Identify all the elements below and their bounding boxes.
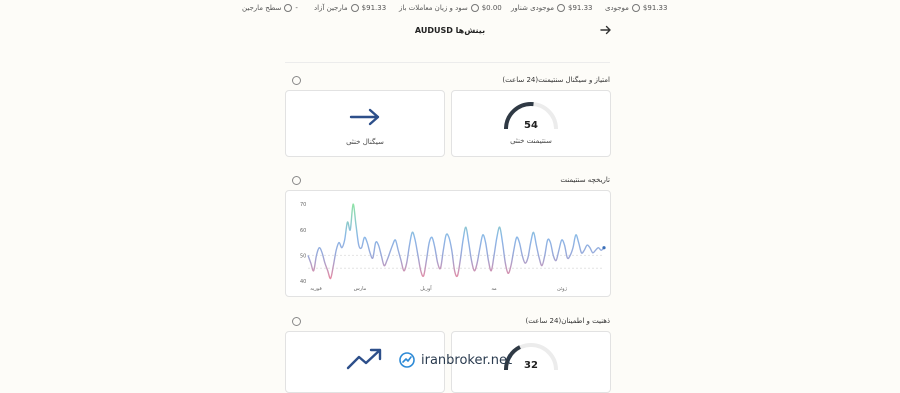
- x-tick-label: آوریل: [420, 285, 432, 292]
- floating-balance-stat: $91.33 موجودی شناور: [511, 4, 593, 12]
- info-icon[interactable]: [631, 4, 640, 12]
- x-tick-label: فوریه: [310, 286, 322, 292]
- signal-card: سیگنال خنثی: [285, 90, 445, 157]
- section-title-mindset: ذهنیت و اطمینان(24 ساعت): [525, 317, 610, 325]
- trending-up-icon: [346, 348, 382, 370]
- info-icon[interactable]: [470, 4, 479, 12]
- watermark: iranbroker.net: [399, 352, 512, 368]
- help-icon[interactable]: [292, 317, 301, 326]
- margin-level-stat: - سطح مارجین: [242, 4, 298, 12]
- sentiment-gauge-label: سنتیمنت خنثی: [510, 137, 552, 145]
- balance-label: موجودی: [605, 4, 629, 12]
- sentiment-gauge-value: 54: [524, 120, 538, 131]
- page-title: AUDUSD بینش‌ها: [414, 26, 486, 35]
- unrealized-pl-stat: $0.00 سود و زیان معاملات باز: [399, 4, 502, 12]
- x-tick-label: مارس: [354, 286, 367, 292]
- account-status-bar: $91.33 موجودی $91.33 موجودی شناور $0.00 …: [0, 0, 900, 14]
- free-margin-value: $91.33: [361, 4, 387, 12]
- x-tick-label: مه: [491, 286, 497, 292]
- info-icon[interactable]: [284, 4, 293, 12]
- help-icon[interactable]: [292, 176, 301, 185]
- y-tick-label: 40: [300, 279, 306, 285]
- help-icon[interactable]: [292, 76, 301, 85]
- info-icon[interactable]: [557, 4, 566, 12]
- section-title-history: تاریخچه سنتیمنت: [560, 176, 610, 184]
- y-tick-label: 60: [300, 228, 306, 234]
- info-icon[interactable]: [350, 4, 359, 12]
- iranbroker-logo-icon: [399, 352, 415, 368]
- floating-balance-value: $91.33: [568, 4, 593, 12]
- sentiment-history-chart: 70 60 50 40 فوریه مارس آوریل مه ژوئن: [300, 202, 606, 292]
- sentiment-gauge-card: 54 سنتیمنت خنثی: [451, 90, 611, 157]
- sentiment-history-chart-card: 70 60 50 40 فوریه مارس آوریل مه ژوئن: [285, 190, 611, 297]
- signal-label: سیگنال خنثی: [346, 138, 384, 146]
- balance-value: $91.33: [642, 4, 668, 12]
- x-tick-label: ژوئن: [557, 286, 568, 292]
- arrow-right-icon: [349, 108, 380, 126]
- section-title-sentiment: امتیاز و سیگنال سنتیمنت(24 ساعت): [502, 76, 610, 84]
- free-margin-stat: $91.33 مارجین آزاد: [314, 4, 386, 12]
- unrealized-pl-value: $0.00: [481, 4, 502, 12]
- unrealized-pl-label: سود و زیان معاملات باز: [399, 4, 468, 12]
- balance-stat: $91.33 موجودی: [605, 4, 667, 12]
- floating-balance-label: موجودی شناور: [511, 4, 555, 12]
- margin-level-value: -: [295, 4, 298, 12]
- divider: [285, 62, 610, 63]
- latest-point: [602, 246, 606, 250]
- sentiment-line: [307, 203, 605, 280]
- y-tick-label: 50: [300, 253, 306, 259]
- watermark-text: iranbroker.net: [421, 352, 513, 368]
- arrow-right-icon[interactable]: [600, 24, 612, 36]
- margin-level-label: سطح مارجین: [242, 4, 282, 12]
- y-tick-label: 70: [300, 202, 306, 208]
- free-margin-label: مارجین آزاد: [314, 4, 348, 12]
